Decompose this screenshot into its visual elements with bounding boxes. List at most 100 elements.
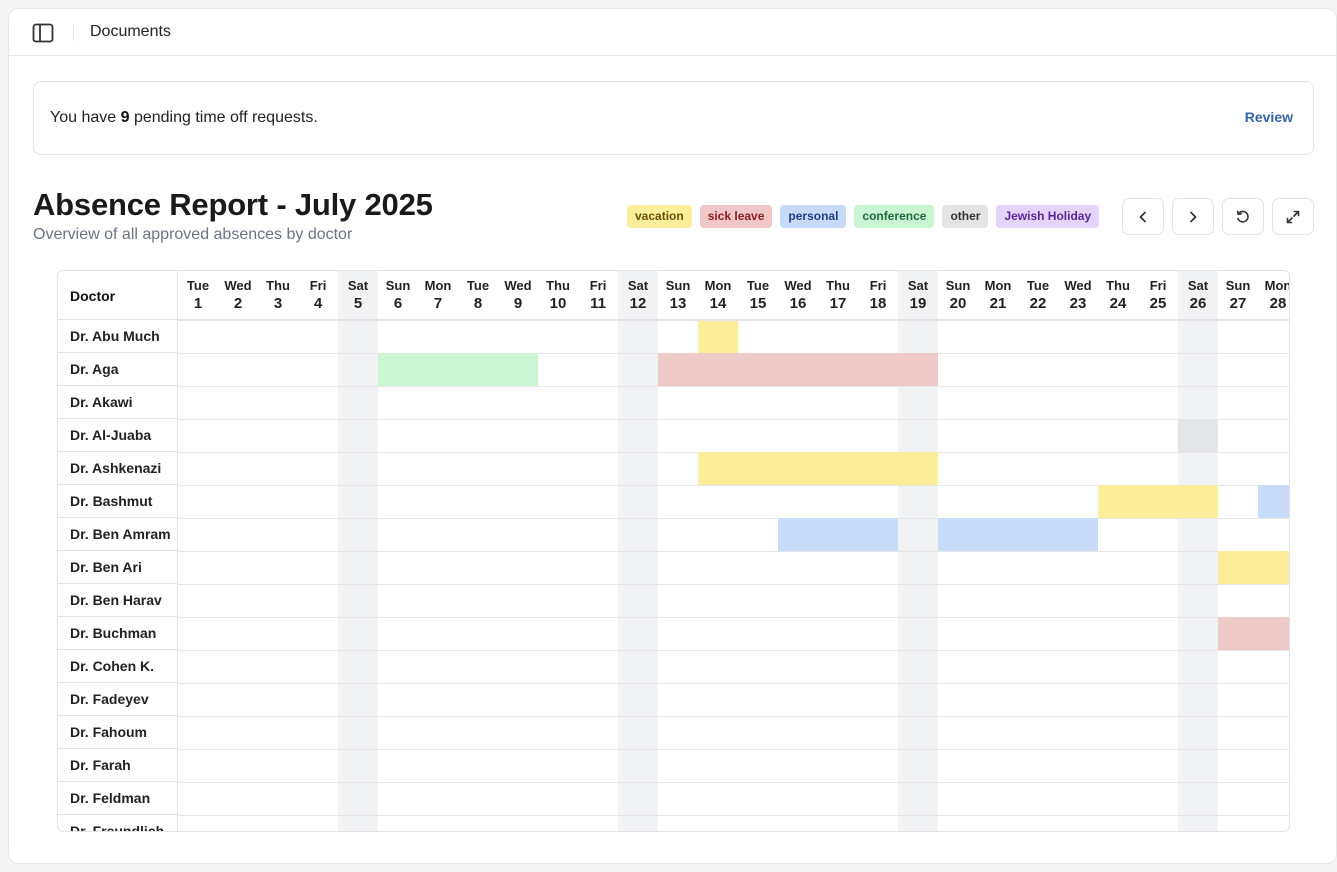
absence-bar-vacation[interactable] — [698, 320, 738, 353]
absence-bar-vacation[interactable] — [1098, 485, 1218, 518]
prev-month-button[interactable] — [1122, 198, 1164, 235]
day-number: 14 — [709, 295, 727, 312]
day-number: 10 — [549, 295, 567, 312]
day-number: 2 — [233, 295, 243, 312]
day-number: 13 — [669, 295, 687, 312]
page-subtitle: Overview of all approved absences by doc… — [33, 226, 353, 243]
legend-chip-sick: sick leave — [699, 205, 773, 228]
row-divider — [178, 650, 1289, 651]
day-of-week: Mon — [704, 278, 732, 293]
row-divider — [178, 551, 1289, 552]
doctor-name[interactable]: Dr. Abu Much — [58, 320, 178, 353]
absence-bar-other[interactable] — [1178, 419, 1218, 452]
day-number: 1 — [193, 295, 203, 312]
day-number: 21 — [989, 295, 1007, 312]
doctor-name[interactable]: Dr. Fahoum — [58, 716, 178, 749]
day-header: Mon 14 — [698, 271, 738, 320]
doctor-name[interactable]: Dr. Freundlich — [58, 815, 178, 831]
day-of-week: Tue — [466, 278, 490, 293]
doctor-name[interactable]: Dr. Ashkenazi — [58, 452, 178, 485]
doctor-name[interactable]: Dr. Ben Harav — [58, 584, 178, 617]
day-of-week: Sat — [1187, 278, 1209, 293]
doctor-name[interactable]: Dr. Feldman — [58, 782, 178, 815]
day-number: 15 — [749, 295, 767, 312]
day-header: Wed 23 — [1058, 271, 1098, 320]
pending-requests-banner: You have 9 pending time off requests. Re… — [33, 81, 1314, 155]
refresh-button[interactable] — [1222, 198, 1264, 235]
absence-bar-vacation[interactable] — [1218, 551, 1289, 584]
doctor-name[interactable]: Dr. Buchman — [58, 617, 178, 650]
page-title: Absence Report - July 2025 — [33, 187, 433, 222]
day-header: Tue 15 — [738, 271, 778, 320]
breadcrumb-documents[interactable]: Documents — [90, 23, 171, 41]
day-header: Mon 7 — [418, 271, 458, 320]
absence-legend: vacation sick leave personal conference othe… — [627, 205, 1100, 228]
absence-grid[interactable]: Tue 1 Wed 2 Thu 3 Fri 4 Sat 5 Sun 6 Mon 7 Tue 8 Wed 9 Thu 1… — [57, 270, 1290, 832]
day-number: 26 — [1189, 295, 1207, 312]
absence-bar-conference[interactable] — [378, 353, 538, 386]
doctor-name[interactable]: Dr. Ben Ari — [58, 551, 178, 584]
day-of-week: Sun — [385, 278, 411, 293]
absence-bar-vacation[interactable] — [698, 452, 938, 485]
day-header: Sat 12 — [618, 271, 658, 320]
row-divider — [178, 419, 1289, 420]
day-of-week: Fri — [869, 278, 887, 293]
day-header: Fri 11 — [578, 271, 618, 320]
day-header: Sat 26 — [1178, 271, 1218, 320]
absence-bar-personal[interactable] — [1258, 485, 1289, 518]
day-number: 28 — [1269, 295, 1287, 312]
day-header: Thu 3 — [258, 271, 298, 320]
doctor-name[interactable]: Dr. Cohen K. — [58, 650, 178, 683]
day-of-week: Thu — [546, 278, 570, 293]
doctor-column-header: Doctor — [58, 271, 178, 320]
day-of-week: Sun — [945, 278, 971, 293]
doctor-name[interactable]: Dr. Akawi — [58, 386, 178, 419]
doctor-name[interactable]: Dr. Bashmut — [58, 485, 178, 518]
day-header: Fri 18 — [858, 271, 898, 320]
day-of-week: Thu — [826, 278, 850, 293]
day-header: Sat 5 — [338, 271, 378, 320]
absence-grid-content: Tue 1 Wed 2 Thu 3 Fri 4 Sat 5 Sun 6 Mon 7 Tue 8 Wed 9 Thu 1… — [58, 271, 1290, 831]
doctor-name[interactable]: Dr. Fadeyev — [58, 683, 178, 716]
review-button[interactable]: Review — [1245, 109, 1293, 125]
day-header: Thu 10 — [538, 271, 578, 320]
row-divider — [178, 518, 1289, 519]
day-header: Mon 21 — [978, 271, 1018, 320]
day-header: Fri 4 — [298, 271, 338, 320]
top-bar: Documents — [9, 9, 1336, 56]
sidebar-toggle-icon[interactable] — [31, 22, 55, 44]
chevron-right-icon — [1190, 211, 1197, 222]
expand-button[interactable] — [1272, 198, 1314, 235]
day-of-week: Mon — [1264, 278, 1290, 293]
absence-bar-sick[interactable] — [658, 353, 938, 386]
day-header: Wed 16 — [778, 271, 818, 320]
doctor-name[interactable]: Dr. Farah — [58, 749, 178, 782]
row-divider — [178, 782, 1289, 783]
day-number: 20 — [949, 295, 967, 312]
day-number: 9 — [513, 295, 523, 312]
row-divider — [178, 617, 1289, 618]
day-of-week: Sun — [1225, 278, 1251, 293]
day-of-week: Mon — [424, 278, 452, 293]
row-divider — [178, 749, 1289, 750]
legend-chip-other: other — [942, 205, 989, 228]
next-month-button[interactable] — [1172, 198, 1214, 235]
absence-bar-personal[interactable] — [778, 518, 898, 551]
day-of-week: Tue — [746, 278, 770, 293]
doctor-name[interactable]: Dr. Ben Amram — [58, 518, 178, 551]
day-number: 17 — [829, 295, 847, 312]
day-number: 4 — [313, 295, 323, 312]
pending-count: 9 — [120, 109, 130, 126]
absence-bar-personal[interactable] — [938, 518, 1098, 551]
day-of-week: Fri — [309, 278, 327, 293]
day-of-week: Wed — [784, 278, 812, 293]
day-number: 19 — [909, 295, 927, 312]
day-header: Tue 22 — [1018, 271, 1058, 320]
row-divider — [178, 683, 1289, 684]
absence-bar-sick[interactable] — [1218, 617, 1289, 650]
day-number: 27 — [1229, 295, 1247, 312]
doctor-name[interactable]: Dr. Al-Juaba — [58, 419, 178, 452]
day-number: 8 — [473, 295, 483, 312]
row-divider — [178, 584, 1289, 585]
doctor-name[interactable]: Dr. Aga — [58, 353, 178, 386]
